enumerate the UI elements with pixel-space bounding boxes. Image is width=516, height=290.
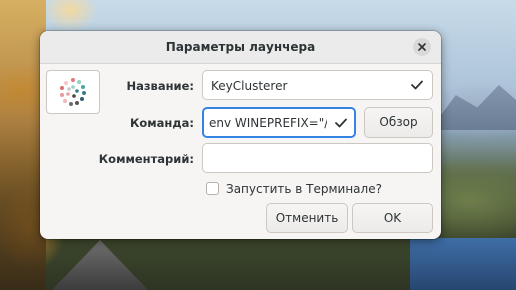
name-label: Название: — [126, 79, 194, 93]
command-label: Команда: — [129, 116, 194, 130]
browse-button[interactable]: Обзор — [364, 107, 433, 138]
command-field[interactable]: env WINEPREFIX="/h — [202, 107, 356, 138]
comment-label: Комментарий: — [98, 152, 194, 166]
wallpaper-temple-roof — [52, 240, 148, 290]
ok-button[interactable]: OK — [352, 203, 433, 233]
checkmark-icon — [411, 80, 423, 90]
run-in-terminal-label[interactable]: Запустить в Терминале? — [226, 182, 382, 196]
comment-field[interactable] — [202, 143, 433, 173]
name-field[interactable]: KeyClusterer — [202, 70, 433, 100]
wallpaper-blue-roof — [410, 238, 516, 290]
close-button[interactable] — [413, 38, 431, 56]
close-icon — [418, 43, 426, 51]
cancel-button[interactable]: Отменить — [266, 203, 348, 233]
dialog-titlebar: Параметры лаунчера — [40, 31, 441, 64]
dialog-title: Параметры лаунчера — [165, 40, 316, 54]
checkmark-icon — [335, 118, 347, 128]
name-value: KeyClusterer — [211, 79, 288, 93]
wallpaper-mountains — [430, 85, 516, 130]
launcher-properties-dialog: Параметры лаунчера Название: KeyClustere… — [40, 31, 441, 239]
command-value: env WINEPREFIX="/h — [209, 116, 327, 130]
run-in-terminal-checkbox[interactable] — [206, 182, 219, 195]
